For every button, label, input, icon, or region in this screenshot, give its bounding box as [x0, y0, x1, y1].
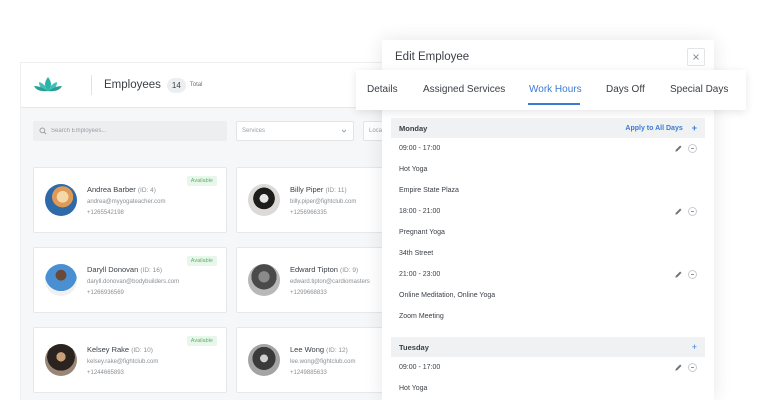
employee-card[interactable]: Daryll Donovan (ID: 16) daryll.donovan@b…	[33, 247, 227, 313]
employee-email: kelsey.rake@fightclub.com	[87, 359, 159, 365]
employee-name: Edward Tipton	[290, 265, 338, 274]
slot-location-row: Empire State Plaza	[391, 180, 705, 201]
remove-circle-icon[interactable]	[688, 270, 697, 279]
employee-card[interactable]: Andrea Barber (ID: 4) andrea@myyogateach…	[33, 167, 227, 233]
employee-email: billy.piper@fightclub.com	[290, 199, 357, 205]
day-name: Tuesday	[399, 342, 429, 352]
slot-service: Online Meditation, Online Yoga	[399, 292, 496, 299]
remove-circle-icon[interactable]	[688, 363, 697, 372]
employee-name: Daryll Donovan	[87, 265, 139, 274]
tab-special-days[interactable]: Special Days	[670, 84, 728, 95]
slot-service: Hot Yoga	[399, 385, 428, 392]
avatar	[248, 264, 280, 296]
search-icon	[39, 127, 47, 135]
employee-name: Billy Piper	[290, 185, 324, 194]
slot-location: 34th Street	[399, 250, 434, 257]
close-button[interactable]	[687, 48, 705, 66]
avatar	[45, 344, 77, 376]
work-hours-schedule: Monday Apply to All Days + 09:00 - 17:00…	[391, 118, 705, 399]
header-divider	[91, 75, 92, 95]
slot-location-row: Zoom Meeting	[391, 306, 705, 327]
edit-pencil-icon[interactable]	[674, 363, 683, 372]
status-badge: Available	[186, 336, 217, 346]
employee-name: Kelsey Rake	[87, 345, 130, 354]
plus-icon[interactable]: +	[692, 342, 697, 352]
slot-service-row: Pregnant Yoga	[391, 222, 705, 243]
employee-email: daryll.donovan@bodybuilders.com	[87, 279, 180, 285]
modal-tabs: Details Assigned Services Work Hours Day…	[356, 70, 746, 110]
avatar	[248, 344, 280, 376]
slot-service-row: Hot Yoga	[391, 159, 705, 180]
employee-id: (ID: 4)	[137, 187, 156, 194]
employee-email: edward.tipton@cardiomasters	[290, 279, 370, 285]
avatar	[45, 184, 77, 216]
employee-email: andrea@myyogateacher.com	[87, 199, 166, 205]
slot-service: Pregnant Yoga	[399, 229, 445, 236]
employee-id: (ID: 9)	[340, 267, 359, 274]
services-select[interactable]: Services	[236, 121, 354, 141]
services-select-placeholder: Services	[242, 128, 266, 134]
time-slot-row: 09:00 - 17:00	[391, 138, 705, 159]
modal-title: Edit Employee	[395, 51, 470, 63]
employee-id: (ID: 12)	[326, 347, 348, 354]
employee-id: (ID: 16)	[140, 267, 163, 274]
apply-to-all-days-link[interactable]: Apply to All Days	[625, 125, 682, 132]
status-badge: Available	[186, 256, 217, 266]
employee-id: (ID: 10)	[131, 347, 153, 354]
day-header-tuesday: Tuesday +	[391, 337, 705, 357]
employee-name: Andrea Barber	[87, 185, 136, 194]
day-name: Monday	[399, 123, 428, 133]
active-tab-indicator	[528, 103, 580, 105]
search-input[interactable]	[51, 128, 211, 134]
slot-time: 21:00 - 23:00	[399, 271, 441, 278]
slot-location-row: 34th Street	[391, 243, 705, 264]
edit-pencil-icon[interactable]	[674, 270, 683, 279]
plus-icon[interactable]: +	[692, 123, 697, 133]
search-box[interactable]	[33, 121, 227, 141]
close-icon	[693, 54, 699, 60]
slot-location: Empire State Plaza	[399, 187, 459, 194]
chevron-down-icon	[341, 129, 347, 133]
employee-email: lee.wong@fightclub.com	[290, 359, 356, 365]
slot-time: 09:00 - 17:00	[399, 364, 441, 371]
avatar	[248, 184, 280, 216]
employee-phone: +1244665893	[87, 370, 124, 376]
employee-name: Lee Wong	[290, 345, 325, 354]
employee-phone: +1256966335	[290, 210, 327, 216]
lotus-logo-icon[interactable]	[33, 75, 63, 95]
time-slot-row: 09:00 - 17:00	[391, 357, 705, 378]
employees-app: Employees 14 Total Services Loca Andrea …	[20, 62, 420, 400]
employee-count-badge: 14	[166, 77, 186, 93]
slot-time: 09:00 - 17:00	[399, 145, 441, 152]
slot-service-row: Online Meditation, Online Yoga	[391, 285, 705, 306]
employee-phone: +1249885633	[290, 370, 327, 376]
time-slot-row: 18:00 - 21:00	[391, 201, 705, 222]
employee-phone: +1265542198	[87, 210, 124, 216]
time-slot-row: 21:00 - 23:00	[391, 264, 705, 285]
remove-circle-icon[interactable]	[688, 144, 697, 153]
tab-work-hours[interactable]: Work Hours	[529, 84, 582, 95]
slot-service: Hot Yoga	[399, 166, 428, 173]
status-badge: Available	[186, 176, 217, 186]
employee-phone: +1266936569	[87, 290, 124, 296]
slot-location: Zoom Meeting	[399, 313, 444, 320]
employee-card[interactable]: Kelsey Rake (ID: 10) kelsey.rake@fightcl…	[33, 327, 227, 393]
employee-phone: +1299668833	[290, 290, 327, 296]
remove-circle-icon[interactable]	[688, 207, 697, 216]
slot-service-row: Hot Yoga	[391, 378, 705, 399]
edit-pencil-icon[interactable]	[674, 207, 683, 216]
filters-bar: Services Loca	[33, 121, 419, 141]
tab-assigned-services[interactable]: Assigned Services	[423, 84, 505, 95]
employee-count-label: Total	[189, 82, 203, 88]
location-select-placeholder: Loca	[369, 128, 383, 134]
day-header-monday: Monday Apply to All Days +	[391, 118, 705, 138]
avatar	[45, 264, 77, 296]
slot-time: 18:00 - 21:00	[399, 208, 441, 215]
edit-pencil-icon[interactable]	[674, 144, 683, 153]
employee-id: (ID: 11)	[325, 187, 347, 194]
tab-days-off[interactable]: Days Off	[606, 84, 645, 95]
tab-details[interactable]: Details	[367, 84, 398, 95]
page-title: Employees	[104, 79, 161, 91]
